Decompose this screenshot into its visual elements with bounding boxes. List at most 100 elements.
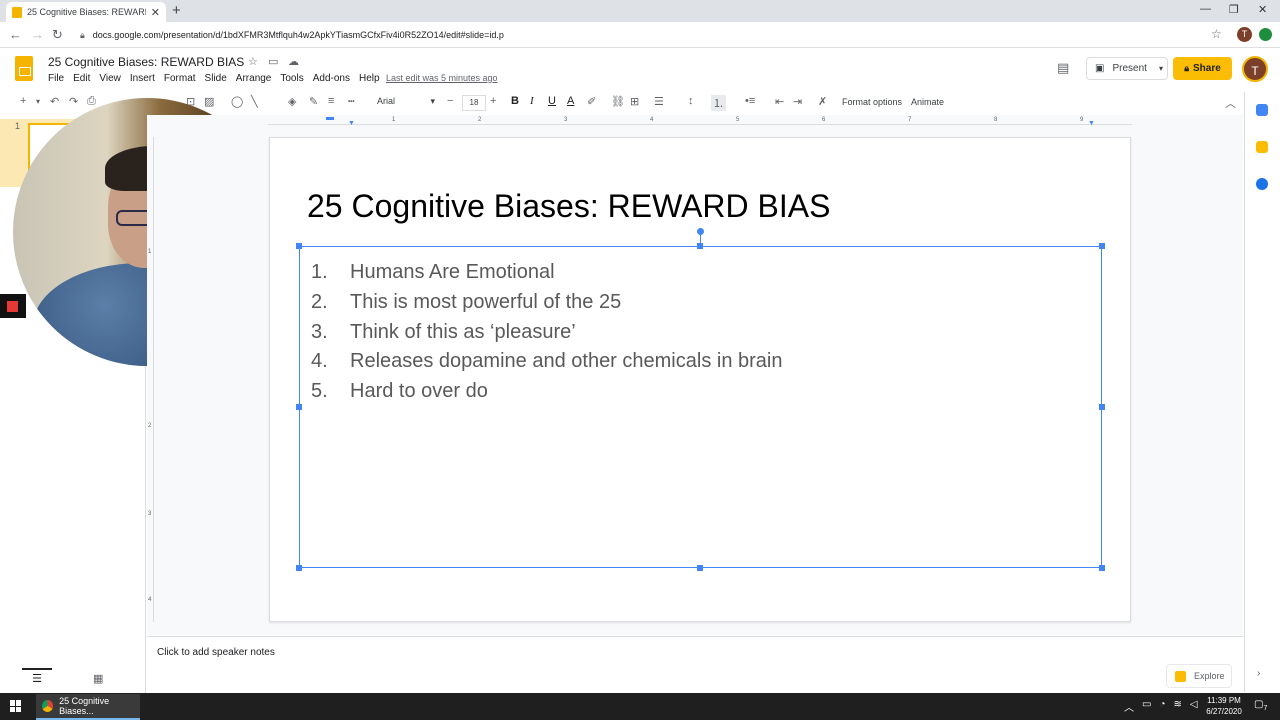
right-indent-marker[interactable]: ▼ [1088,120,1095,127]
border-dash-icon[interactable]: ┅ [348,95,355,108]
menu-arrange[interactable]: Arrange [236,73,272,84]
resize-handle-nw[interactable] [296,243,302,249]
collapse-toolbar-icon[interactable]: ︿ [1225,95,1236,111]
keep-icon[interactable] [1256,141,1268,153]
expand-panel-icon[interactable]: › [1257,668,1260,679]
font-size-input[interactable]: 18 [462,95,486,111]
list-item[interactable]: 3. Think of this as ‘pleasure’ [311,317,782,347]
shape-icon[interactable]: ◯ [231,95,243,108]
decrease-indent-icon[interactable]: ⇤ [775,95,784,108]
new-tab-button[interactable]: + [172,2,181,19]
add-comment-icon[interactable]: ⊞ [630,95,639,108]
volume-icon[interactable]: ◁ [1190,699,1198,714]
star-icon[interactable]: ☆ [248,55,258,68]
account-avatar[interactable]: T [1242,56,1268,82]
numbered-list-icon[interactable]: ⒈ [711,95,726,111]
resize-handle-sw[interactable] [296,565,302,571]
resize-handle-e[interactable] [1099,404,1105,410]
menu-view[interactable]: View [99,73,121,84]
line-spacing-icon[interactable]: ↕ [688,95,694,107]
comment-history-icon[interactable]: ▤ [1057,60,1069,76]
battery-icon[interactable]: ▭ [1142,699,1151,714]
highlight-color-icon[interactable]: ✐ [587,95,596,108]
resize-handle-ne[interactable] [1099,243,1105,249]
text-color-icon[interactable]: A [567,95,574,107]
extension-icon[interactable] [1259,28,1272,41]
new-slide-icon[interactable]: + [20,95,26,107]
present-dropdown-icon[interactable]: ▾ [1159,64,1163,73]
format-options-button[interactable]: Format options [842,97,902,107]
line-icon[interactable]: ╲ [251,95,258,108]
menu-insert[interactable]: Insert [130,73,155,84]
slide-title[interactable]: 25 Cognitive Biases: REWARD BIAS [307,188,830,225]
grid-view-icon[interactable]: ▦ [93,672,103,685]
reload-icon[interactable]: ↻ [52,27,63,43]
first-line-indent-marker[interactable] [326,117,334,120]
clear-formatting-icon[interactable]: ✗ [818,95,827,108]
restore-button[interactable]: ❐ [1229,3,1239,16]
move-folder-icon[interactable]: ▭ [268,55,278,68]
fill-color-icon[interactable]: ◈ [288,95,296,108]
profile-avatar[interactable]: T [1237,27,1252,42]
last-edit-link[interactable]: Last edit was 5 minutes ago [386,73,498,83]
resize-handle-n[interactable] [697,243,703,249]
close-window-button[interactable]: ✕ [1258,3,1267,16]
slide-body-list[interactable]: 1. Humans Are Emotional 2. This is most po… [311,258,782,406]
filmstrip-view-icon[interactable]: ☰ [22,668,52,688]
explore-button[interactable]: Explore [1166,664,1232,688]
align-icon[interactable]: ☰ [654,95,664,108]
image-icon[interactable]: ▨ [204,95,214,108]
document-title[interactable]: 25 Cognitive Biases: REWARD BIAS [48,55,244,69]
speaker-notes[interactable]: Click to add speaker notes [157,647,275,658]
left-indent-marker[interactable]: ▼ [348,120,355,127]
border-weight-icon[interactable]: ≡ [328,95,334,107]
minimize-button[interactable]: — [1200,3,1211,15]
redo-icon[interactable]: ↷ [69,95,78,108]
resize-handle-s[interactable] [697,565,703,571]
print-icon[interactable]: ⎙ [87,95,96,108]
system-clock[interactable]: 11:39 PM 6/27/2020 [1200,695,1248,717]
tasks-icon[interactable] [1256,178,1268,190]
menu-slide[interactable]: Slide [205,73,227,84]
undo-icon[interactable]: ↶ [50,95,59,108]
increase-indent-icon[interactable]: ⇥ [793,95,802,108]
wifi-icon[interactable]: ≋ [1174,699,1182,714]
network-icon[interactable]: ◔ [1159,699,1165,714]
back-arrow-icon[interactable]: ← [9,27,22,42]
menu-format[interactable]: Format [164,73,196,84]
slides-logo-icon[interactable] [15,56,33,81]
menu-edit[interactable]: Edit [73,73,90,84]
animate-button[interactable]: Animate [911,97,944,107]
list-item[interactable]: 1. Humans Are Emotional [311,258,782,288]
list-item[interactable]: 4. Releases dopamine and other chemicals … [311,347,782,377]
calendar-icon[interactable] [1256,104,1268,116]
taskbar-chrome-item[interactable]: 25 Cognitive Biases... [36,694,140,720]
notification-center-icon[interactable]: ▢7 [1254,699,1267,712]
list-item[interactable]: 5. Hard to over do [311,377,782,407]
resize-handle-w[interactable] [296,404,302,410]
increase-font-size-icon[interactable]: + [490,95,496,107]
present-button[interactable]: ▣ Present ▾ [1086,57,1168,80]
menu-addons[interactable]: Add-ons [313,73,350,84]
rotate-handle[interactable] [697,228,704,235]
bookmark-star-icon[interactable]: ☆ [1211,27,1222,41]
share-button[interactable]: 🔒︎ Share [1173,57,1232,80]
new-slide-dropdown-icon[interactable]: ▾ [36,97,40,106]
decrease-font-size-icon[interactable]: − [447,95,453,107]
tray-chevron-icon[interactable]: ︿ [1124,699,1134,714]
menu-help[interactable]: Help [359,73,380,84]
address-bar[interactable]: 🔒︎ docs.google.com/presentation/d/1bdXFM… [74,25,1224,45]
tab-close-icon[interactable]: ✕ [151,6,160,19]
notes-divider[interactable] [147,636,1243,637]
border-color-icon[interactable]: ✎ [309,95,318,108]
menu-file[interactable]: File [48,73,64,84]
browser-tab[interactable]: 25 Cognitive Biases: REWARD BIAS ✕ [6,2,166,22]
bulleted-list-icon[interactable]: •≡ [745,95,755,107]
record-stop-icon[interactable] [0,294,26,318]
underline-icon[interactable]: U [548,95,556,107]
bold-icon[interactable]: B [511,95,519,107]
windows-start-icon[interactable] [10,700,22,712]
link-icon[interactable]: ⛓ [611,95,625,108]
forward-arrow-icon[interactable]: → [31,27,44,42]
list-item[interactable]: 2. This is most powerful of the 25 [311,288,782,318]
